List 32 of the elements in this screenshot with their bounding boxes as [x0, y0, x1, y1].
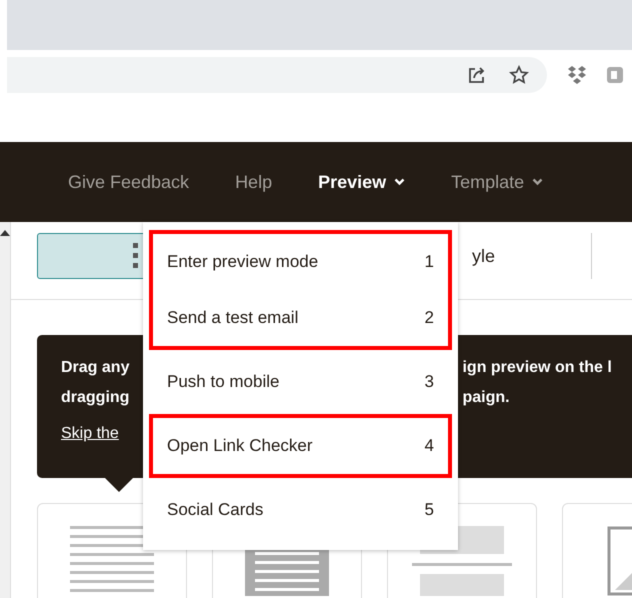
nav-item[interactable]: Preview — [318, 172, 406, 192]
menu-item[interactable]: Open Link Checker 4 — [153, 418, 448, 474]
nav-item[interactable]: Template — [451, 172, 544, 192]
tab-label[interactable]: yle — [472, 246, 496, 267]
tooltip-text: paign. — [462, 389, 511, 407]
menu-item[interactable]: Enter preview mode 1 — [153, 234, 448, 290]
scrollbar[interactable] — [0, 222, 11, 598]
boxes-extension-icon[interactable] — [567, 66, 587, 84]
tooltip-text: ign preview on the l — [462, 359, 612, 377]
menu-item[interactable]: Push to mobile 3 — [153, 354, 448, 410]
menu-item-label: Enter preview mode — [167, 252, 318, 272]
menu-item[interactable]: Send a test email 2 — [153, 290, 448, 346]
extension-icon[interactable] — [607, 66, 623, 84]
menu-item-label: Push to mobile — [167, 372, 280, 392]
menu-item-label: Social Cards — [167, 500, 264, 520]
share-icon[interactable] — [467, 65, 487, 85]
star-icon[interactable] — [509, 65, 529, 85]
shortcut-key: 1 — [424, 252, 434, 272]
tooltip-text: dragging — [61, 389, 130, 407]
shortcut-key: 5 — [424, 500, 434, 520]
nav-item[interactable]: Give Feedback — [68, 172, 190, 192]
menu-item[interactable]: Social Cards 5 — [153, 482, 448, 538]
shortcut-key: 2 — [424, 308, 434, 328]
shortcut-key: 3 — [424, 372, 434, 392]
menu-item-label: Send a test email — [167, 308, 298, 328]
skip-link[interactable]: Skip the — [61, 425, 130, 443]
kebab-icon — [133, 242, 138, 268]
shortcut-key: 4 — [424, 436, 434, 456]
tooltip-text: Drag any — [61, 359, 130, 377]
scroll-up-icon[interactable] — [0, 230, 10, 236]
nav-item[interactable]: Help — [235, 172, 272, 192]
menu-item-label: Open Link Checker — [167, 436, 313, 456]
